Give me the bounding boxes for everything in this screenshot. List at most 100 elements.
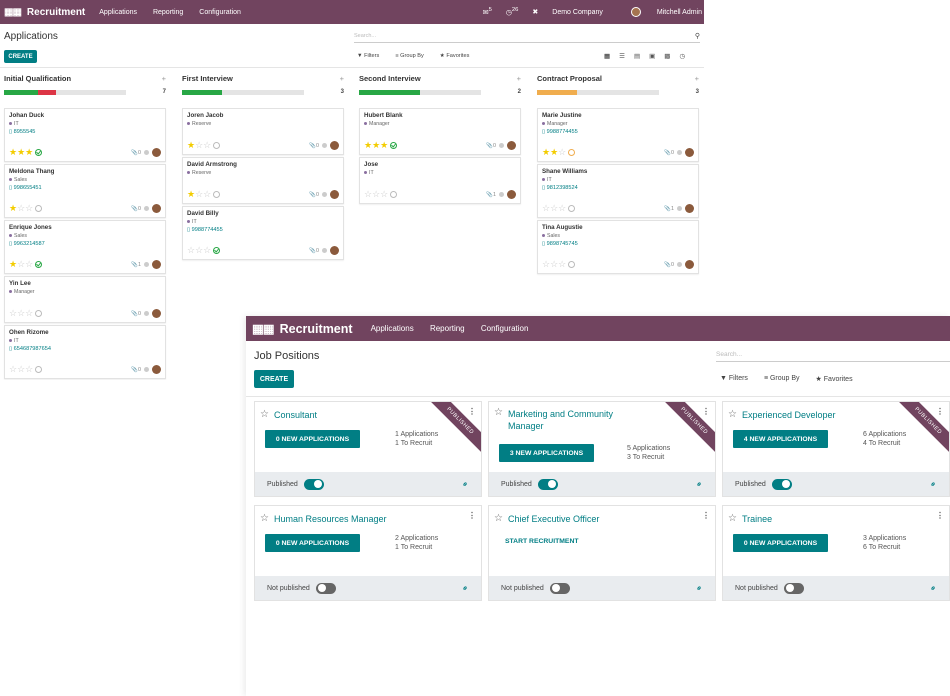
activity-icon[interactable]: ◷26 (506, 7, 519, 16)
priority-star-icon[interactable]: ★ (364, 140, 372, 150)
priority-star-icon[interactable]: ★ (550, 147, 558, 157)
priority-star-icon[interactable]: ☆ (195, 140, 203, 150)
applicant-card[interactable]: David Billy IT ▯ 9988774455 ☆☆☆ 📎 0 (182, 206, 344, 260)
progress-bar[interactable] (182, 89, 304, 95)
priority-star-icon[interactable]: ☆ (542, 259, 550, 269)
activity-icon[interactable] (35, 149, 43, 156)
list-view-icon[interactable]: ☰ (619, 52, 625, 60)
priority-star-icon[interactable]: ☆ (17, 308, 25, 318)
progress-segment[interactable] (4, 89, 39, 95)
menu-configuration[interactable]: Configuration (481, 324, 529, 333)
column-header[interactable]: Contract Proposal + (537, 74, 699, 86)
priority-star-icon[interactable]: ☆ (17, 203, 25, 213)
priority-star-icon[interactable]: ★ (9, 147, 17, 157)
quick-add-icon[interactable]: + (517, 74, 521, 86)
priority-star-icon[interactable]: ☆ (372, 189, 380, 199)
quick-add-icon[interactable]: + (695, 74, 699, 86)
job-card[interactable]: ☆ Consultant PUBLISHED ⋮ 0 NEW APPLICATIONS… (254, 401, 482, 497)
applicant-card[interactable]: Tina Augustie Sales ▯ 9898745745 ☆☆☆ 📎 0 (537, 220, 699, 274)
tools-icon[interactable]: ✖ (532, 8, 538, 16)
applicant-card[interactable]: Meldona Thang Sales ▯ 998655451 ★☆☆ 📎 0 (4, 164, 166, 218)
website-link-icon[interactable]: ⚭ (460, 582, 471, 593)
user-avatar[interactable] (152, 204, 161, 213)
group-by-toggle[interactable]: ≡ Group By (395, 53, 431, 59)
website-link-icon[interactable]: ⚭ (928, 478, 939, 489)
filters-toggle[interactable]: ▼ Filters (720, 375, 756, 383)
priority-star-icon[interactable]: ☆ (9, 308, 17, 318)
card-menu-icon[interactable]: ⋮ (702, 511, 710, 520)
website-link-icon[interactable]: ⚭ (694, 478, 705, 489)
job-card[interactable]: ☆ Marketing and Community Manager PUBLISH… (488, 401, 716, 497)
create-button[interactable]: CREATE (254, 370, 294, 388)
card-menu-icon[interactable]: ⋮ (936, 511, 944, 520)
menu-reporting[interactable]: Reporting (153, 9, 183, 16)
progress-segment[interactable] (38, 89, 57, 95)
priority-star-icon[interactable]: ☆ (558, 259, 566, 269)
applicant-card[interactable]: Hubert Blank Manager ★★★ 📎 0 (359, 108, 521, 155)
kanban-state-icon[interactable] (144, 367, 149, 372)
priority-star-icon[interactable]: ☆ (195, 245, 203, 255)
kanban-state-icon[interactable] (144, 262, 149, 267)
kanban-state-icon[interactable] (677, 150, 682, 155)
kanban-state-icon[interactable] (322, 143, 327, 148)
user-avatar[interactable] (507, 141, 516, 150)
new-applications-button[interactable]: 3 NEW APPLICATIONS (499, 444, 594, 462)
priority-star-icon[interactable]: ☆ (550, 259, 558, 269)
priority-star-icon[interactable]: ★ (187, 140, 195, 150)
publish-toggle[interactable] (771, 478, 792, 490)
user-menu[interactable]: Mitchell Admin (617, 7, 702, 17)
priority-star-icon[interactable]: ☆ (364, 189, 372, 199)
favorite-star-icon[interactable]: ☆ (260, 410, 269, 420)
pivot-view-icon[interactable]: ▩ (664, 52, 670, 60)
priority-star-icon[interactable]: ★ (542, 147, 550, 157)
priority-star-icon[interactable]: ☆ (9, 364, 17, 374)
user-avatar[interactable] (685, 148, 694, 157)
menu-applications[interactable]: Applications (99, 9, 137, 16)
priority-star-icon[interactable]: ☆ (25, 203, 33, 213)
publish-toggle[interactable] (783, 582, 804, 594)
calendar-view-icon[interactable]: ▣ (649, 52, 655, 60)
user-avatar[interactable] (330, 190, 339, 199)
publish-toggle[interactable] (303, 478, 324, 490)
job-card[interactable]: ☆ Experienced Developer PUBLISHED ⋮ 4 NEW A… (722, 401, 950, 497)
priority-star-icon[interactable]: ☆ (558, 203, 566, 213)
new-applications-button[interactable]: 0 NEW APPLICATIONS (265, 430, 360, 448)
applicant-card[interactable]: Ohen Rizome IT ▯ 654687987654 ☆☆☆ 📎 0 (4, 325, 166, 379)
company-switcher[interactable]: Demo Company (552, 9, 603, 16)
priority-star-icon[interactable]: ☆ (17, 259, 25, 269)
priority-star-icon[interactable]: ★ (9, 203, 17, 213)
activity-icon[interactable] (35, 205, 43, 212)
user-avatar[interactable] (685, 204, 694, 213)
applicant-card[interactable]: Shane Williams IT ▯ 9812398524 ☆☆☆ 📎 1 (537, 164, 699, 218)
activity-icon[interactable] (35, 261, 43, 268)
priority-star-icon[interactable]: ★ (187, 189, 195, 199)
publish-toggle[interactable] (549, 582, 570, 594)
progress-segment[interactable] (359, 89, 420, 95)
publish-toggle[interactable] (315, 582, 336, 594)
priority-star-icon[interactable]: ☆ (542, 203, 550, 213)
activity-view-icon[interactable]: ◷ (679, 52, 685, 60)
kanban-state-icon[interactable] (677, 262, 682, 267)
activity-icon[interactable] (213, 142, 221, 149)
user-avatar[interactable] (507, 190, 516, 199)
start-recruitment-button[interactable]: START RECRUITMENT (505, 538, 579, 545)
priority-star-icon[interactable]: ☆ (25, 259, 33, 269)
website-link-icon[interactable]: ⚭ (928, 582, 939, 593)
applicant-card[interactable]: Enrique Jones Sales ▯ 9963214587 ★☆☆ 📎 1 (4, 220, 166, 274)
activity-icon[interactable] (213, 191, 221, 198)
search-input[interactable]: Search... ⚲ (354, 30, 700, 43)
activity-icon[interactable] (568, 149, 576, 156)
quick-add-icon[interactable]: + (162, 74, 166, 86)
priority-star-icon[interactable]: ★ (380, 140, 388, 150)
create-button[interactable]: CREATE (4, 50, 37, 63)
progress-segment[interactable] (537, 89, 578, 95)
favorite-star-icon[interactable]: ☆ (728, 410, 737, 420)
job-title[interactable]: Experienced Developer (742, 410, 836, 420)
activity-icon[interactable] (35, 366, 43, 373)
user-avatar[interactable] (685, 260, 694, 269)
applicant-card[interactable]: Johan Duck IT ▯ 8955545 ★★★ 📎 0 (4, 108, 166, 162)
priority-star-icon[interactable]: ★ (9, 259, 17, 269)
quick-add-icon[interactable]: + (340, 74, 344, 86)
app-brand[interactable]: ▦▦ Recruitment (252, 321, 353, 337)
priority-star-icon[interactable]: ☆ (187, 245, 195, 255)
